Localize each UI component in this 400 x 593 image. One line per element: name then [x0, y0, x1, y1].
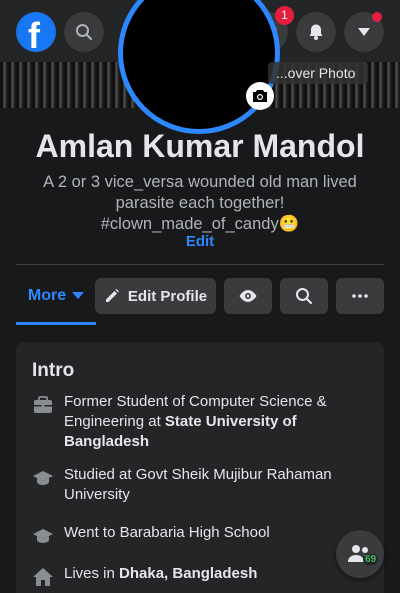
intro-item-work: Former Student of Computer Science & Eng… [32, 392, 352, 454]
intro-text: Went to Barabaria High School [64, 524, 270, 541]
cover-photo[interactable]: ...over Photo [0, 0, 400, 134]
home-icon [33, 568, 53, 586]
camera-icon [253, 90, 267, 102]
intro-item-education: Studied at Govt Sheik Mujibur Rahaman Un… [32, 465, 352, 507]
more-label: More [27, 287, 67, 304]
more-options-button[interactable] [336, 278, 384, 314]
active-tab-indicator [16, 322, 96, 325]
intro-card: Intro Former Student of Computer Science… [16, 342, 384, 593]
divider [16, 264, 384, 265]
edit-profile-button[interactable]: Edit Profile [95, 278, 216, 314]
caret-down-icon [358, 28, 370, 36]
messenger-badge: 1 [275, 6, 294, 25]
search-icon [296, 288, 312, 304]
online-count: 69 [363, 554, 379, 565]
update-profile-picture-button[interactable] [246, 82, 274, 110]
search-button[interactable] [64, 12, 104, 52]
more-tab[interactable]: More [16, 278, 96, 314]
intro-text: Lives in [64, 565, 120, 582]
caret-down-icon [72, 292, 85, 299]
bio-line: parasite each together! [115, 194, 285, 212]
contacts-floating-button[interactable]: 69 [336, 530, 384, 578]
intro-item-residence: Lives in Dhaka, Bangladesh [32, 564, 352, 586]
search-icon [76, 24, 92, 40]
grimace-emoji: 😬 [278, 215, 300, 233]
bio-line: A 2 or 3 vice_versa wounded old man live… [43, 173, 357, 191]
search-profile-button[interactable] [280, 278, 328, 314]
bio-hashtag[interactable]: #clown_made_of_candy [101, 215, 279, 233]
intro-title: Intro [32, 360, 75, 381]
edit-bio-link[interactable]: Edit [0, 233, 400, 250]
graduation-cap-icon [33, 529, 53, 543]
profile-bio: A 2 or 3 vice_versa wounded old man live… [30, 172, 370, 235]
pencil-icon [105, 289, 119, 302]
bell-icon [309, 24, 323, 40]
view-as-button[interactable] [224, 278, 272, 314]
profile-picture[interactable] [118, 0, 280, 134]
account-menu-button[interactable] [344, 12, 384, 52]
facebook-logo[interactable]: f [16, 12, 56, 52]
notification-dot [372, 12, 382, 22]
intro-item-school: Went to Barabaria High School [32, 523, 352, 545]
edit-profile-label: Edit Profile [127, 287, 208, 305]
graduation-cap-icon [33, 471, 53, 485]
edit-cover-photo-button[interactable]: ...over Photo [268, 62, 368, 84]
profile-name: Amlan Kumar Mandol [35, 128, 365, 164]
bio-line: #clown_made_of_candy😬 [30, 214, 370, 235]
intro-link[interactable]: Dhaka, Bangladesh [119, 565, 257, 582]
eye-icon [239, 290, 257, 302]
briefcase-icon [34, 396, 52, 413]
ellipsis-icon [352, 294, 368, 298]
notifications-button[interactable] [296, 12, 336, 52]
intro-text: Studied at Govt Sheik Mujibur Rahaman Un… [64, 466, 332, 503]
